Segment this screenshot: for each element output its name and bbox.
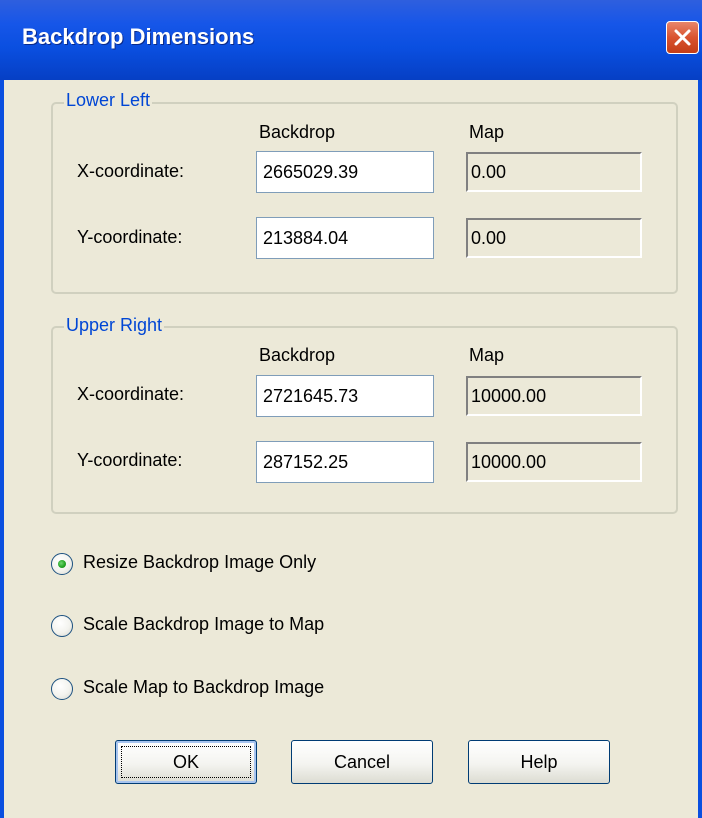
radio-label: Resize Backdrop Image Only <box>83 552 317 572</box>
radio-button[interactable] <box>51 678 73 700</box>
close-icon <box>674 29 691 46</box>
lower-left-map-header: Map <box>469 122 505 142</box>
help-button-label: Help <box>520 752 558 772</box>
upper-right-x-map-field: 10000.00 <box>466 376 642 416</box>
upper-right-map-header: Map <box>469 345 505 365</box>
upper-right-y-label: Y-coordinate: <box>77 450 183 470</box>
lower-left-x-label: X-coordinate: <box>77 161 185 181</box>
lower-left-y-backdrop-input[interactable]: 213884.04 <box>256 217 434 259</box>
lower-left-y-map-field: 0.00 <box>466 218 642 258</box>
ok-button[interactable]: OK <box>115 740 257 784</box>
window-title: Backdrop Dimensions <box>22 24 255 49</box>
radio-button[interactable] <box>51 615 73 637</box>
upper-right-x-backdrop-input[interactable]: 2721645.73 <box>256 375 434 417</box>
focus-rectangle <box>121 746 251 778</box>
lower-left-y-label: Y-coordinate: <box>77 227 183 247</box>
upper-right-x-label: X-coordinate: <box>77 384 185 404</box>
backdrop-dimensions-dialog: Backdrop Dimensions Lower Left Backdrop … <box>0 0 702 818</box>
upper-right-y-backdrop-input[interactable]: 287152.25 <box>256 441 434 483</box>
window-border-right <box>698 80 702 818</box>
cancel-button-label: Cancel <box>333 752 391 772</box>
upper-right-backdrop-header: Backdrop <box>259 345 336 365</box>
upper-right-group <box>51 326 678 514</box>
lower-left-backdrop-header: Backdrop <box>259 122 336 142</box>
cancel-button[interactable]: Cancel <box>291 740 433 784</box>
upper-right-legend: Upper Right <box>64 315 165 336</box>
title-bar[interactable]: Backdrop Dimensions <box>0 0 702 80</box>
radio-label: Scale Backdrop Image to Map <box>83 614 325 634</box>
help-button[interactable]: Help <box>468 740 610 784</box>
radio-label: Scale Map to Backdrop Image <box>83 677 325 697</box>
radio-selected-dot <box>58 560 66 568</box>
lower-left-group <box>51 102 678 294</box>
lower-left-x-backdrop-input[interactable]: 2665029.39 <box>256 151 434 193</box>
lower-left-legend: Lower Left <box>64 90 153 111</box>
close-button[interactable] <box>666 21 699 54</box>
lower-left-x-map-field: 0.00 <box>466 152 642 192</box>
upper-right-y-map-field: 10000.00 <box>466 442 642 482</box>
radio-button[interactable] <box>51 553 73 575</box>
window-border-left <box>0 80 4 818</box>
